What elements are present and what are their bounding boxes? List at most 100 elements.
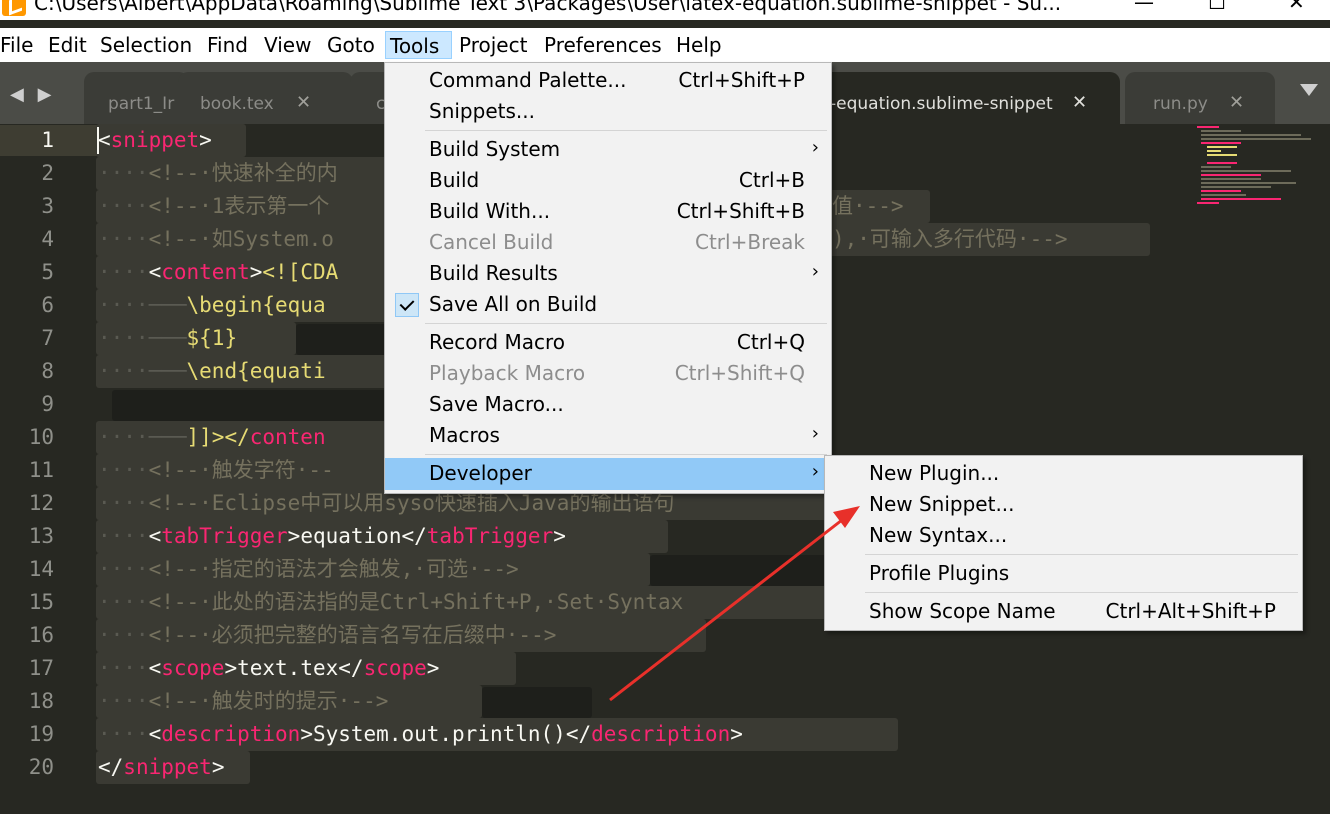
- empty-line-block: [112, 390, 396, 421]
- tab-part1[interactable]: part1_Ir: [84, 72, 189, 124]
- menu-item-save-macro[interactable]: Save Macro...: [385, 389, 831, 420]
- shortcut-label: Ctrl+Alt+Shift+P: [1105, 599, 1276, 623]
- line-number: 15: [28, 590, 54, 614]
- menu-item-new-syntax[interactable]: New Syntax...: [825, 520, 1302, 551]
- code-line: ····<!--·此处的语法指的是Ctrl+Shift+P,·Set·Synta…: [98, 590, 684, 614]
- maximize-button[interactable]: ☐: [1208, 0, 1226, 14]
- menu-selection[interactable]: Selection: [96, 31, 196, 59]
- tab-list-dropdown-icon[interactable]: [1300, 84, 1318, 96]
- menu-item-cancel-build[interactable]: Cancel Build Ctrl+Break: [385, 227, 831, 258]
- menu-item-show-scope-name[interactable]: Show Scope Name Ctrl+Alt+Shift+P: [825, 596, 1302, 627]
- menu-item-build[interactable]: Build Ctrl+B: [385, 165, 831, 196]
- menu-separator: [425, 323, 827, 324]
- menu-item-developer[interactable]: Developer ›: [385, 458, 831, 490]
- comment: <!--·1表示第一个: [148, 194, 330, 218]
- menu-item-label: New Plugin...: [869, 461, 1000, 485]
- sublime-text-icon: [2, 0, 26, 16]
- line-number: 18: [28, 689, 54, 713]
- code-line: ····───\begin{equa: [98, 293, 326, 317]
- latex-code: \end{equati: [186, 359, 326, 383]
- menu-help[interactable]: Help: [672, 31, 726, 59]
- shortcut-label: Ctrl+B: [738, 168, 805, 192]
- code-line: ····<!--·必须把完整的语言名写在后缀中·-->: [98, 623, 557, 647]
- tab-scroll-arrows-icon[interactable]: ◀ ▶: [10, 84, 55, 105]
- code-line: ····───${1}: [98, 326, 238, 350]
- menu-item-label: Developer: [429, 461, 532, 485]
- menu-item-label: Playback Macro: [429, 361, 586, 385]
- menu-item-snippets[interactable]: Snippets...: [385, 96, 831, 127]
- comment: <!--·触发字符·--: [148, 458, 334, 482]
- menu-view[interactable]: View: [260, 31, 315, 59]
- menu-item-playback-macro[interactable]: Playback Macro Ctrl+Shift+Q: [385, 358, 831, 389]
- tag-text: System.out.println(): [312, 722, 566, 746]
- shortcut-label: Ctrl+Q: [736, 330, 805, 354]
- menu-separator: [865, 554, 1298, 555]
- minimize-button[interactable]: —: [1134, 0, 1154, 14]
- xml-tag: description: [591, 722, 731, 746]
- comment: <!--·指定的语法才会触发,·可选·-->: [148, 557, 519, 581]
- menu-edit[interactable]: Edit: [44, 31, 91, 59]
- tab-gap-block: [482, 687, 592, 718]
- menu-item-record-macro[interactable]: Record Macro Ctrl+Q: [385, 327, 831, 358]
- shortcut-label: Ctrl+Shift+Q: [674, 361, 805, 385]
- menu-file[interactable]: File: [0, 31, 37, 59]
- line-number: 11: [28, 458, 54, 482]
- minimap[interactable]: [1195, 124, 1315, 204]
- tab-label: part1_Ir: [108, 94, 175, 114]
- line-number: 16: [28, 623, 54, 647]
- menu-find[interactable]: Find: [203, 31, 252, 59]
- close-window-button[interactable]: ✕: [1288, 0, 1305, 14]
- line-number: 8: [41, 359, 54, 383]
- menu-bar: File Edit Selection Find View Goto Tools…: [0, 28, 1330, 62]
- tab-close-icon[interactable]: ✕: [1072, 92, 1087, 113]
- comment: <!--·如System.o: [148, 227, 334, 251]
- comment: 值·-->: [832, 194, 904, 218]
- menu-item-label: Record Macro: [429, 330, 565, 354]
- line-number: 17: [28, 656, 54, 680]
- comment: <!--·Eclipse中可以用syso快速插入Java的输出语句: [148, 491, 675, 515]
- tab-latex-equation-snippet[interactable]: -equation.sublime-snippet ✕: [800, 72, 1120, 124]
- tab-book-tex[interactable]: book.tex ✕: [178, 72, 353, 124]
- shortcut-label: Ctrl+Shift+P: [678, 68, 805, 92]
- tab-label: run.py: [1153, 94, 1208, 114]
- comment: <!--·此处的语法指的是Ctrl+Shift+P,·Set·Syntax: [148, 590, 684, 614]
- xml-tag: tabTrigger: [426, 524, 554, 548]
- menu-item-label: New Syntax...: [869, 523, 1008, 547]
- menu-item-new-plugin[interactable]: New Plugin...: [825, 458, 1302, 489]
- submenu-chevron-icon: ›: [811, 461, 819, 482]
- menu-item-label: Build With...: [429, 199, 551, 223]
- menu-item-new-snippet[interactable]: New Snippet...: [825, 489, 1302, 520]
- menu-item-build-system[interactable]: Build System ›: [385, 134, 831, 165]
- menu-tools[interactable]: Tools: [385, 31, 452, 59]
- line-number: 14: [28, 557, 54, 581]
- developer-submenu: New Plugin... New Snippet... New Syntax.…: [824, 455, 1303, 631]
- menu-item-label: Profile Plugins: [869, 561, 1010, 585]
- comment: <!--·必须把完整的语言名写在后缀中·-->: [148, 623, 557, 647]
- tab-gap-block: [296, 324, 396, 355]
- tab-run-py[interactable]: run.py ✕: [1125, 72, 1275, 124]
- line-number: 2: [41, 161, 54, 185]
- cdata-open: <![CDA: [262, 260, 339, 284]
- snippet-field: ${1}: [186, 326, 238, 350]
- menu-item-build-results[interactable]: Build Results ›: [385, 258, 831, 289]
- menu-item-save-all-on-build[interactable]: Save All on Build: [385, 289, 831, 320]
- line-number: 3: [41, 194, 54, 218]
- menu-goto[interactable]: Goto: [323, 31, 379, 59]
- code-line-tail: 值·-->: [832, 190, 904, 223]
- tab-label: book.tex: [200, 94, 274, 114]
- tab-close-icon[interactable]: ✕: [296, 92, 311, 113]
- xml-tag: conten: [249, 425, 326, 449]
- menu-separator: [865, 592, 1298, 593]
- menu-item-label: Command Palette...: [429, 68, 627, 92]
- menu-item-macros[interactable]: Macros ›: [385, 420, 831, 451]
- menu-preferences[interactable]: Preferences: [540, 31, 666, 59]
- line-number: 7: [41, 326, 54, 350]
- menu-item-command-palette[interactable]: Command Palette... Ctrl+Shift+P: [385, 65, 831, 96]
- menu-item-label: New Snippet...: [869, 492, 1015, 516]
- menu-item-build-with[interactable]: Build With... Ctrl+Shift+B: [385, 196, 831, 227]
- submenu-chevron-icon: ›: [811, 261, 819, 282]
- menu-project[interactable]: Project: [455, 31, 531, 59]
- tab-close-icon[interactable]: ✕: [1229, 92, 1244, 113]
- menu-item-profile-plugins[interactable]: Profile Plugins: [825, 558, 1302, 589]
- code-line: ····<!--·1表示第一个: [98, 194, 330, 218]
